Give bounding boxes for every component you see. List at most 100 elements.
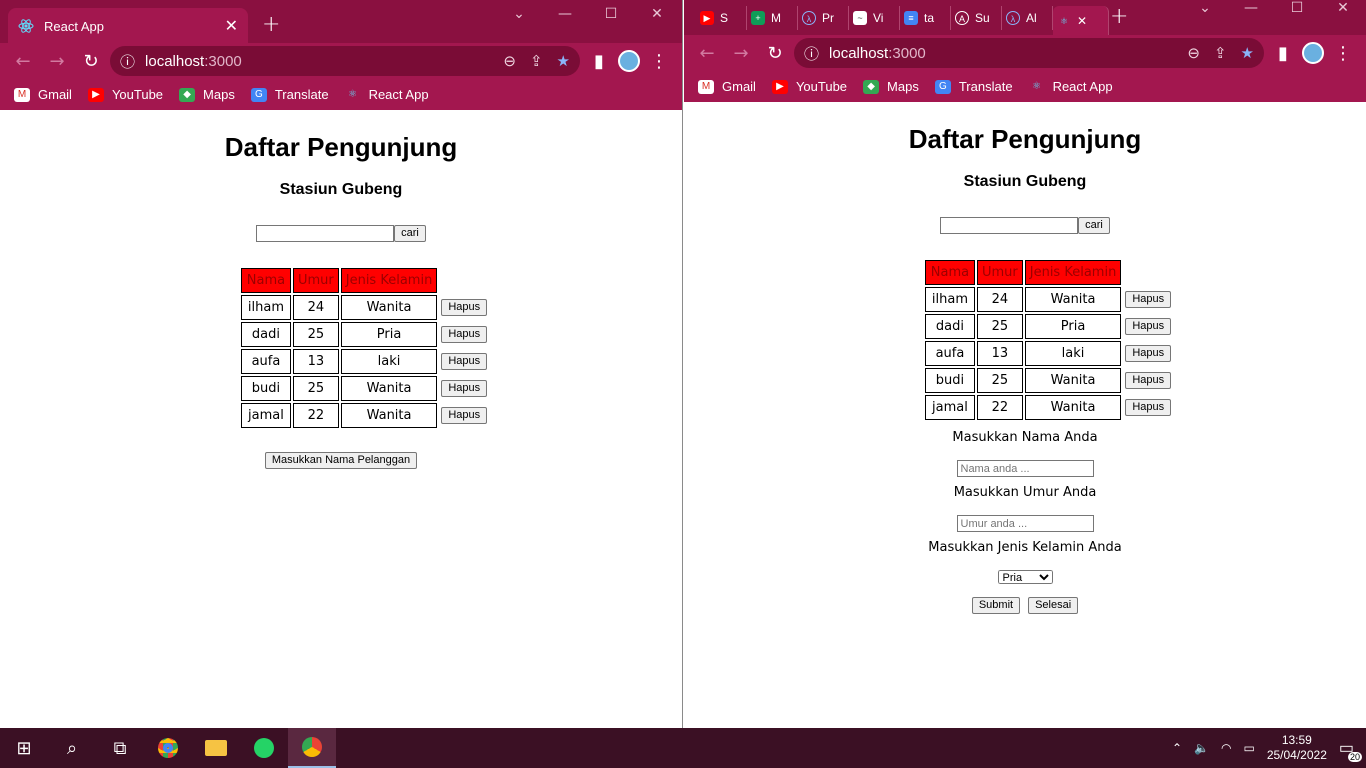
- minimize-icon[interactable]: —: [1228, 0, 1274, 16]
- column-header-nama: Nama: [924, 260, 975, 285]
- chrome-icon[interactable]: [144, 728, 192, 768]
- address-bar[interactable]: ⓘ localhost :3000 ⊖ ⇪ ★: [110, 46, 580, 76]
- battery-icon[interactable]: ▭: [1243, 741, 1254, 755]
- maximize-icon[interactable]: ☐: [1274, 0, 1320, 16]
- tab-youtube[interactable]: ▶ S: [696, 6, 747, 30]
- submit-button[interactable]: Submit: [971, 597, 1021, 614]
- bookmark-react-app[interactable]: ⚛ React App: [345, 87, 428, 102]
- nav-toolbar: ← → ↻ ⓘ localhost :3000 ⊖ ⇪ ★ ▮ ⋮: [684, 35, 1366, 71]
- windows-start-icon[interactable]: ⊞: [0, 728, 48, 768]
- delete-button[interactable]: Hapus: [1125, 318, 1172, 335]
- table-wrapper: Nama Umur Jenis Kelamin ilham 24 Wanita …: [732, 258, 1366, 422]
- chevron-up-icon[interactable]: ⌃: [1172, 741, 1182, 755]
- bookmark-youtube[interactable]: ▶ YouTube: [87, 87, 163, 102]
- tab-react-app[interactable]: React App ✕: [8, 8, 248, 44]
- delete-button[interactable]: Hapus: [441, 326, 488, 343]
- bookmark-star-icon[interactable]: ★: [557, 52, 570, 70]
- youtube-icon: ▶: [700, 11, 714, 25]
- add-customer-button[interactable]: Masukkan Nama Pelanggan: [264, 452, 418, 469]
- share-icon[interactable]: ⇪: [1214, 44, 1227, 62]
- address-bar[interactable]: ⓘ localhost :3000 ⊖ ⇪ ★: [794, 38, 1264, 68]
- delete-button[interactable]: Hapus: [1125, 372, 1172, 389]
- menu-icon[interactable]: ⋮: [644, 46, 674, 76]
- gender-select[interactable]: Pria: [997, 570, 1053, 584]
- side-panel-icon[interactable]: ▮: [1268, 38, 1298, 68]
- search-input[interactable]: [256, 225, 395, 242]
- close-window-icon[interactable]: ✕: [634, 6, 680, 22]
- menu-icon[interactable]: ⋮: [1328, 38, 1358, 68]
- delete-button[interactable]: Hapus: [441, 380, 488, 397]
- table-row: budi 25 Wanita Hapus: [240, 376, 489, 401]
- tab-docs[interactable]: ≡ ta: [900, 6, 951, 30]
- zoom-icon[interactable]: ⊖: [503, 52, 516, 70]
- info-icon[interactable]: ⓘ: [804, 43, 819, 64]
- search-input[interactable]: [940, 217, 1079, 234]
- table-row: aufa 13 laki Hapus: [240, 349, 489, 374]
- close-tab-icon[interactable]: ✕: [225, 16, 238, 36]
- reload-icon[interactable]: ↻: [76, 46, 106, 76]
- visitor-form: Masukkan Nama Anda Masukkan Umur Anda Ma…: [684, 430, 1366, 614]
- clock[interactable]: 13:59 25/04/2022: [1267, 733, 1327, 763]
- avatar[interactable]: [618, 50, 640, 72]
- chrome-profile-icon[interactable]: [288, 728, 336, 768]
- bookmark-react-app[interactable]: ⚛ React App: [1029, 79, 1112, 94]
- table-row: dadi 25 Pria Hapus: [924, 314, 1173, 339]
- side-panel-icon[interactable]: ▮: [584, 46, 614, 76]
- new-tab-icon[interactable]: +: [1110, 4, 1128, 29]
- back-icon[interactable]: ←: [692, 38, 722, 68]
- notification-icon[interactable]: ▭ 20: [1339, 738, 1362, 762]
- tab-vi[interactable]: ~ Vi: [849, 6, 900, 30]
- bookmark-gmail[interactable]: M Gmail: [14, 87, 72, 102]
- cell-nama: jamal: [240, 403, 291, 428]
- back-icon[interactable]: ←: [8, 46, 38, 76]
- bookmark-youtube[interactable]: ▶ YouTube: [771, 79, 847, 94]
- tab-sheets[interactable]: + M: [747, 6, 798, 30]
- wifi-icon[interactable]: ◠: [1221, 741, 1231, 755]
- reload-icon[interactable]: ↻: [760, 38, 790, 68]
- maximize-icon[interactable]: ☐: [588, 6, 634, 22]
- bookmark-translate[interactable]: G Translate: [250, 87, 329, 102]
- close-tab-icon[interactable]: ✕: [1077, 14, 1087, 28]
- tab-list: ▶ S + M λ Pr ~ Vi ≡ ta A Su λ Al ⚛ ✕: [696, 6, 1109, 35]
- file-explorer-icon[interactable]: [192, 728, 240, 768]
- whatsapp-icon[interactable]: [240, 728, 288, 768]
- volume-icon[interactable]: 🔈: [1194, 741, 1209, 755]
- page-title: Daftar Pengunjung: [224, 132, 458, 162]
- tab-su[interactable]: A Su: [951, 6, 1002, 30]
- bookmark-star-icon[interactable]: ★: [1241, 44, 1254, 62]
- bookmark-maps[interactable]: ◆ Maps: [179, 87, 235, 102]
- cell-jenis-kelamin: Pria: [1024, 314, 1122, 339]
- delete-button[interactable]: Hapus: [441, 299, 488, 316]
- task-view-icon[interactable]: ⧉: [96, 728, 144, 768]
- bookmark-gmail[interactable]: M Gmail: [698, 79, 756, 94]
- tab-pr[interactable]: λ Pr: [798, 6, 849, 30]
- minimize-icon[interactable]: —: [542, 6, 588, 22]
- search-button[interactable]: cari: [394, 225, 426, 242]
- done-button[interactable]: Selesai: [1028, 597, 1079, 614]
- search-icon[interactable]: ⌕: [48, 728, 96, 768]
- name-label: Masukkan Nama Anda: [952, 430, 1098, 445]
- chevron-down-icon[interactable]: ⌄: [1182, 0, 1228, 16]
- delete-button[interactable]: Hapus: [441, 407, 488, 424]
- info-icon[interactable]: ⓘ: [120, 51, 135, 72]
- bookmark-translate[interactable]: G Translate: [934, 79, 1013, 94]
- forward-icon[interactable]: →: [42, 46, 72, 76]
- new-tab-icon[interactable]: +: [262, 12, 280, 37]
- bookmark-maps[interactable]: ◆ Maps: [863, 79, 919, 94]
- tab-al[interactable]: λ Al: [1002, 6, 1053, 30]
- search-button[interactable]: cari: [1078, 217, 1110, 234]
- share-icon[interactable]: ⇪: [530, 52, 543, 70]
- age-input[interactable]: [956, 515, 1094, 532]
- delete-button[interactable]: Hapus: [441, 353, 488, 370]
- zoom-icon[interactable]: ⊖: [1187, 44, 1200, 62]
- chevron-down-icon[interactable]: ⌄: [496, 6, 542, 22]
- delete-button[interactable]: Hapus: [1125, 399, 1172, 416]
- avatar[interactable]: [1302, 42, 1324, 64]
- name-input[interactable]: [956, 460, 1094, 477]
- delete-button[interactable]: Hapus: [1125, 345, 1172, 362]
- close-window-icon[interactable]: ✕: [1320, 0, 1366, 16]
- forward-icon[interactable]: →: [726, 38, 756, 68]
- tab-react-app[interactable]: ⚛ ✕: [1053, 6, 1109, 35]
- bookmarks-bar: M Gmail ▶ YouTube ◆ Maps G Translate ⚛ React …: [684, 71, 1366, 102]
- delete-button[interactable]: Hapus: [1125, 291, 1172, 308]
